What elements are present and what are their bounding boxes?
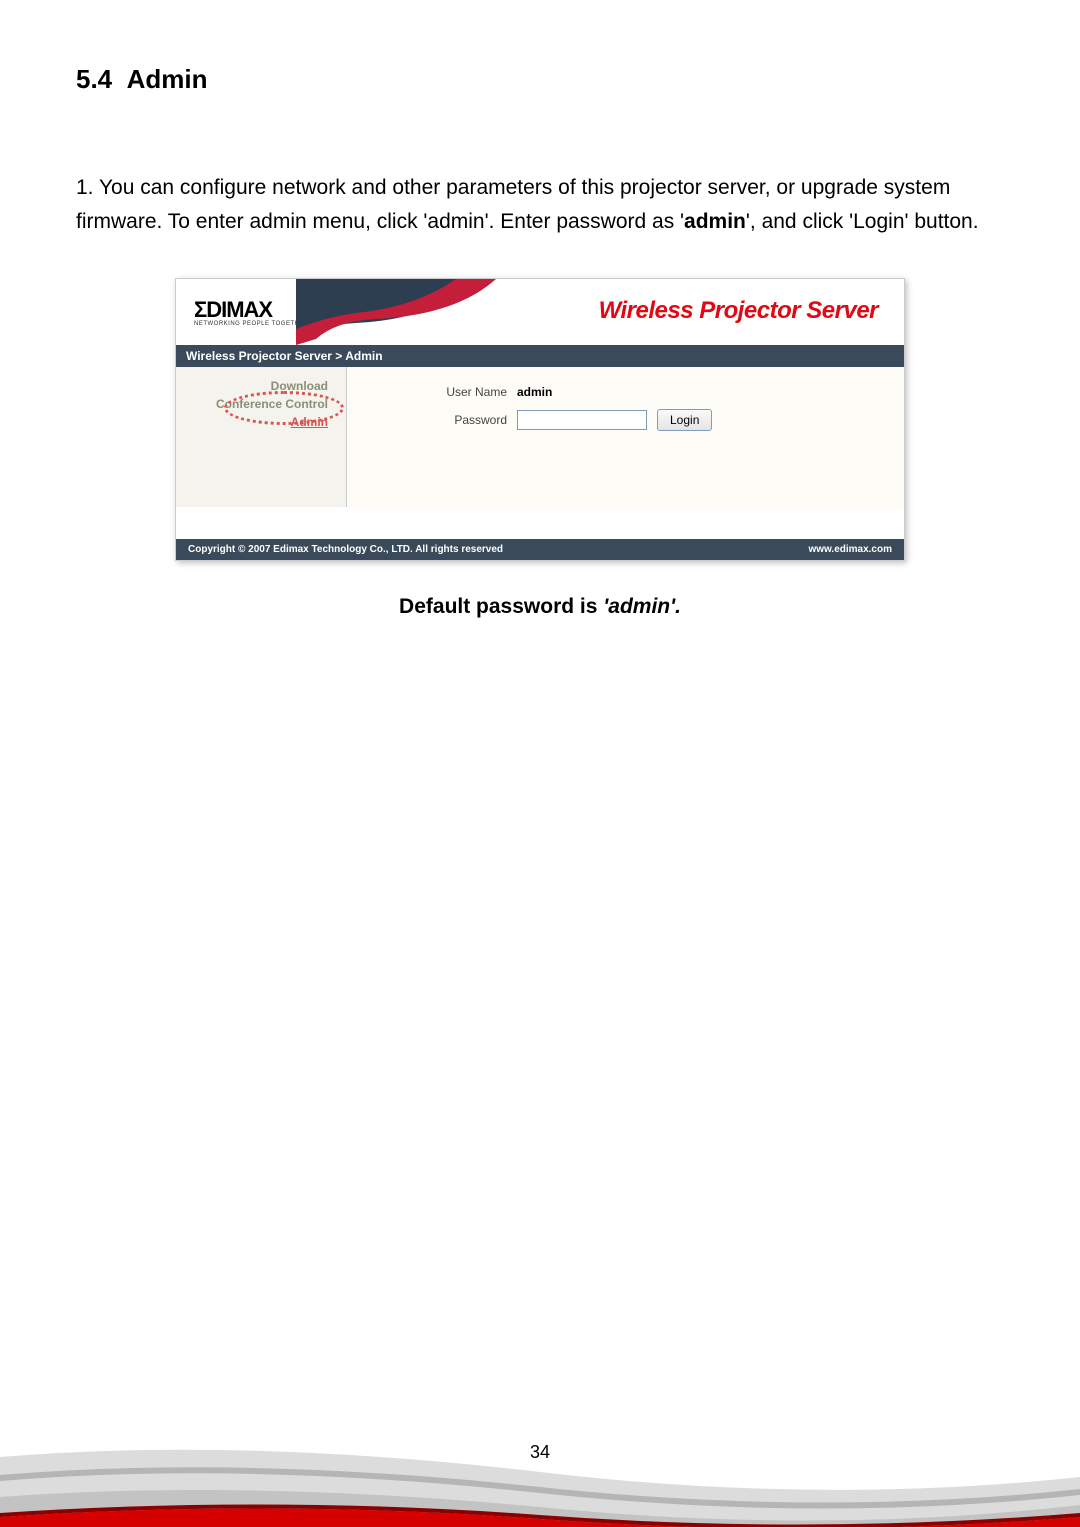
sidebar-item-download[interactable]: Download bbox=[176, 379, 328, 393]
header-swoosh-graphic bbox=[296, 279, 556, 345]
copyright-text: Copyright © 2007 Edimax Technology Co., … bbox=[188, 544, 503, 555]
screenshot-footer: Copyright © 2007 Edimax Technology Co., … bbox=[176, 539, 904, 560]
sidebar-nav: Download Conference Control Admin bbox=[176, 367, 346, 507]
product-title: Wireless Projector Server bbox=[599, 297, 878, 325]
password-input[interactable] bbox=[517, 410, 647, 430]
logo-tagline: NETWORKING PEOPLE TOGETHER bbox=[194, 321, 309, 327]
instruction-paragraph: 1. You can configure network and other p… bbox=[76, 171, 1004, 238]
login-form: User Name admin Password Login bbox=[346, 367, 904, 507]
edimax-logo: ΣDIMAX NETWORKING PEOPLE TOGETHER bbox=[194, 297, 309, 327]
admin-login-screenshot: ΣDIMAX NETWORKING PEOPLE TOGETHER Wirele… bbox=[175, 278, 905, 561]
caption: Default password is 'admin'. bbox=[76, 595, 1004, 619]
username-label: User Name bbox=[367, 385, 507, 399]
breadcrumb: Wireless Projector Server > Admin bbox=[176, 345, 904, 367]
section-title: 5.4 Admin bbox=[76, 64, 1004, 95]
logo-main: ΣDIMAX bbox=[194, 297, 272, 323]
section-number: 5.4 bbox=[76, 64, 112, 94]
page-number: 34 bbox=[0, 1442, 1080, 1463]
screenshot-header: ΣDIMAX NETWORKING PEOPLE TOGETHER Wirele… bbox=[176, 279, 904, 345]
footer-link[interactable]: www.edimax.com bbox=[808, 544, 892, 555]
screenshot-body: Download Conference Control Admin User N… bbox=[176, 367, 904, 507]
login-button[interactable]: Login bbox=[657, 409, 712, 431]
password-label: Password bbox=[367, 413, 507, 427]
page-footer-graphic bbox=[0, 1417, 1080, 1527]
section-name: Admin bbox=[127, 64, 208, 94]
sidebar-item-admin[interactable]: Admin bbox=[176, 415, 328, 429]
username-value: admin bbox=[517, 385, 647, 399]
sidebar-item-conference-control[interactable]: Conference Control bbox=[176, 397, 328, 411]
